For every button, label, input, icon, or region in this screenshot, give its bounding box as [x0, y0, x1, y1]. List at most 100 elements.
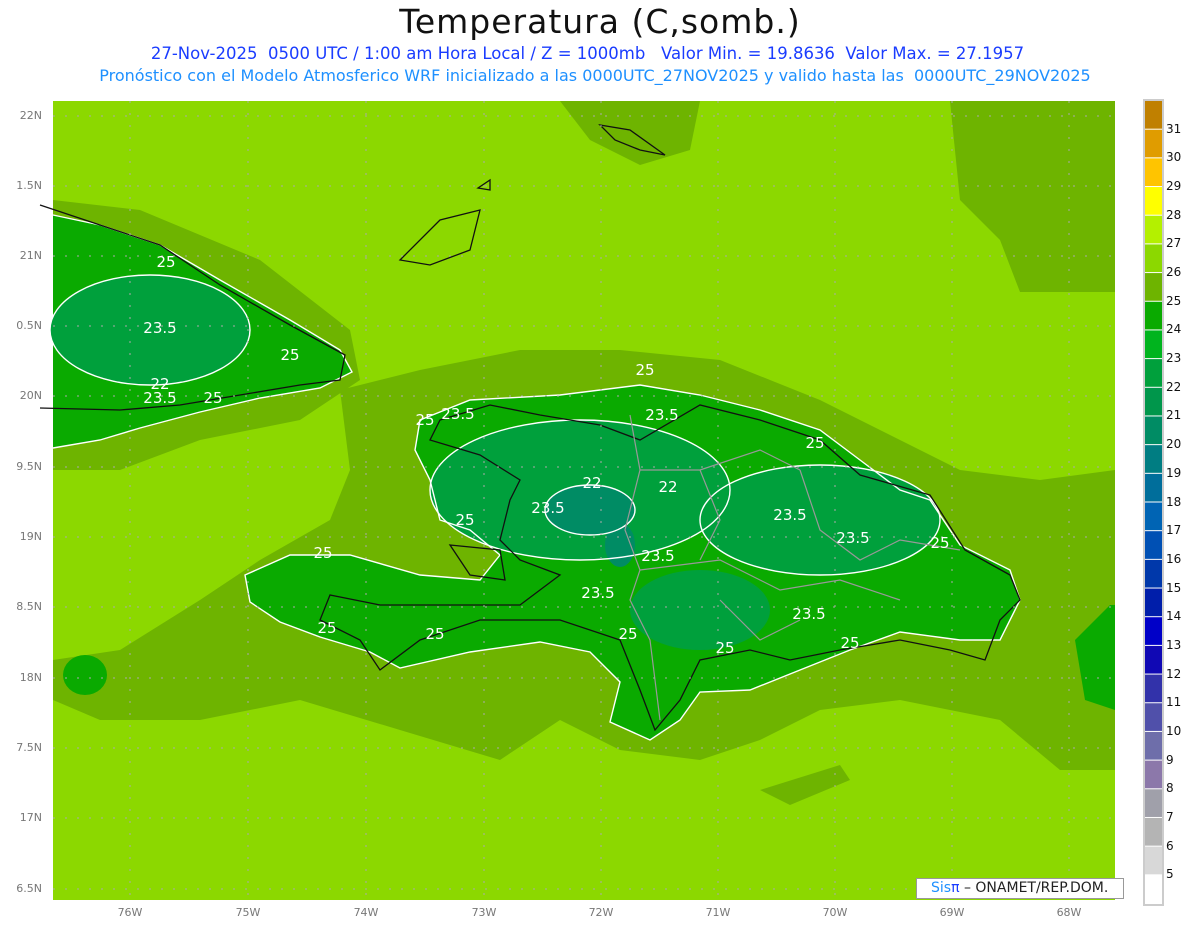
contour-label: 23.5 — [581, 584, 615, 602]
contour-label: 25 — [455, 511, 475, 529]
lon-label: 71W — [705, 906, 731, 919]
colorbar-swatch — [1145, 588, 1162, 617]
colorbar-swatch — [1145, 760, 1162, 789]
lat-label: 19N — [19, 530, 42, 543]
colorbar-label: 19 — [1166, 465, 1182, 480]
colorbar-swatch — [1145, 301, 1162, 330]
contour-label: 23.5 — [792, 605, 826, 623]
contour-label: 25 — [313, 544, 333, 562]
weather-map-figure: Temperatura (C,somb.) 27-Nov-2025 0500 U… — [0, 0, 1200, 927]
colorbar-label: 8 — [1166, 781, 1174, 796]
colorbar-label: 23 — [1166, 351, 1182, 366]
lat-label: 21N — [19, 249, 42, 262]
colorbar-label: 25 — [1166, 293, 1182, 308]
contour-label: 23.5 — [641, 547, 675, 565]
colorbar-swatch — [1145, 244, 1162, 273]
colorbar-label: 15 — [1166, 580, 1182, 595]
lat-label: 17N — [19, 811, 42, 824]
colorbar-label: 30 — [1166, 150, 1182, 165]
contour-label: 25 — [280, 346, 300, 364]
colorbar-label: 28 — [1166, 207, 1182, 222]
colorbar-label: 31 — [1166, 121, 1182, 136]
colorbar-label: 10 — [1166, 723, 1182, 738]
colorbar-swatch — [1145, 273, 1162, 301]
colorbar — [1143, 99, 1164, 906]
contour-label: 25 — [415, 411, 435, 429]
contour-label: 25 — [618, 625, 638, 643]
colorbar-swatch — [1145, 129, 1162, 158]
contour-label: 25 — [805, 434, 825, 452]
colorbar-label: 18 — [1166, 494, 1182, 509]
colorbar-label: 6 — [1166, 838, 1174, 853]
lat-label: 9.5N — [16, 460, 42, 473]
colorbar-label: 29 — [1166, 179, 1182, 194]
colorbar-swatch — [1145, 416, 1162, 445]
colorbar-swatch — [1145, 215, 1162, 244]
colorbar-label: 13 — [1166, 637, 1182, 652]
colorbar-swatch — [1145, 789, 1162, 817]
colorbar-swatch — [1145, 846, 1162, 875]
sispi-logo-symbol: π — [951, 880, 960, 896]
colorbar-label: 24 — [1166, 322, 1182, 337]
colorbar-swatch — [1145, 502, 1162, 531]
colorbar-swatch — [1145, 359, 1162, 387]
credit-text: – ONAMET/REP.DOM. — [959, 880, 1109, 896]
colorbar-swatch — [1145, 703, 1162, 731]
colorbar-swatch — [1145, 645, 1162, 674]
lon-label: 72W — [588, 906, 614, 919]
colorbar-label: 26 — [1166, 265, 1182, 280]
lon-label: 69W — [939, 906, 965, 919]
lat-label: 6.5N — [16, 882, 42, 895]
colorbar-label: 11 — [1166, 695, 1182, 710]
contour-label: 23.5 — [441, 405, 475, 423]
lat-label: 1.5N — [16, 179, 42, 192]
contour-label: 23.5 — [143, 389, 177, 407]
lat-label: 18N — [19, 671, 42, 684]
lon-label: 68W — [1056, 906, 1082, 919]
colorbar-label: 14 — [1166, 609, 1182, 624]
lat-label: 0.5N — [16, 319, 42, 332]
contour-label: 25 — [425, 625, 445, 643]
colorbar-swatch — [1145, 330, 1162, 359]
colorbar-label: 7 — [1166, 809, 1174, 824]
colorbar-swatch — [1145, 875, 1162, 903]
colorbar-swatch — [1145, 617, 1162, 645]
lon-label: 75W — [235, 906, 261, 919]
colorbar-label: 16 — [1166, 551, 1182, 566]
sispi-logo-text: Sis — [931, 880, 952, 896]
contour-label: 25 — [635, 361, 655, 379]
colorbar-swatch — [1145, 158, 1162, 187]
temperature-map — [39, 99, 1164, 906]
lon-label: 76W — [117, 906, 143, 919]
contour-label: 25 — [156, 253, 176, 271]
colorbar-swatch — [1145, 674, 1162, 703]
colorbar-swatch — [1145, 187, 1162, 215]
colorbar-label: 22 — [1166, 379, 1182, 394]
colorbar-swatch — [1145, 101, 1162, 129]
contour-label: 23.5 — [531, 499, 565, 517]
lon-label: 74W — [353, 906, 379, 919]
colorbar-label: 20 — [1166, 437, 1182, 452]
contour-label: 23.5 — [143, 319, 177, 337]
lon-label: 70W — [822, 906, 848, 919]
contour-label: 22 — [658, 478, 678, 496]
colorbar-swatch — [1145, 473, 1162, 502]
contour-label: 23.5 — [836, 529, 870, 547]
contour-label: 25 — [715, 639, 735, 657]
contour-label: 25 — [317, 619, 337, 637]
contour-label: 23.5 — [773, 506, 807, 524]
colorbar-swatch — [1145, 387, 1162, 416]
lon-label: 73W — [471, 906, 497, 919]
contour-label: 25 — [203, 389, 223, 407]
lat-label: 8.5N — [16, 600, 42, 613]
colorbar-label: 5 — [1166, 867, 1174, 882]
colorbar-label: 17 — [1166, 523, 1182, 538]
contour-label: 22 — [582, 474, 602, 492]
colorbar-swatch — [1145, 531, 1162, 559]
colorbar-label: 27 — [1166, 236, 1182, 251]
colorbar-swatch — [1145, 559, 1162, 588]
colorbar-label: 9 — [1166, 752, 1174, 767]
colorbar-swatch — [1145, 817, 1162, 846]
lat-label: 20N — [19, 389, 42, 402]
colorbar-label: 21 — [1166, 408, 1182, 423]
